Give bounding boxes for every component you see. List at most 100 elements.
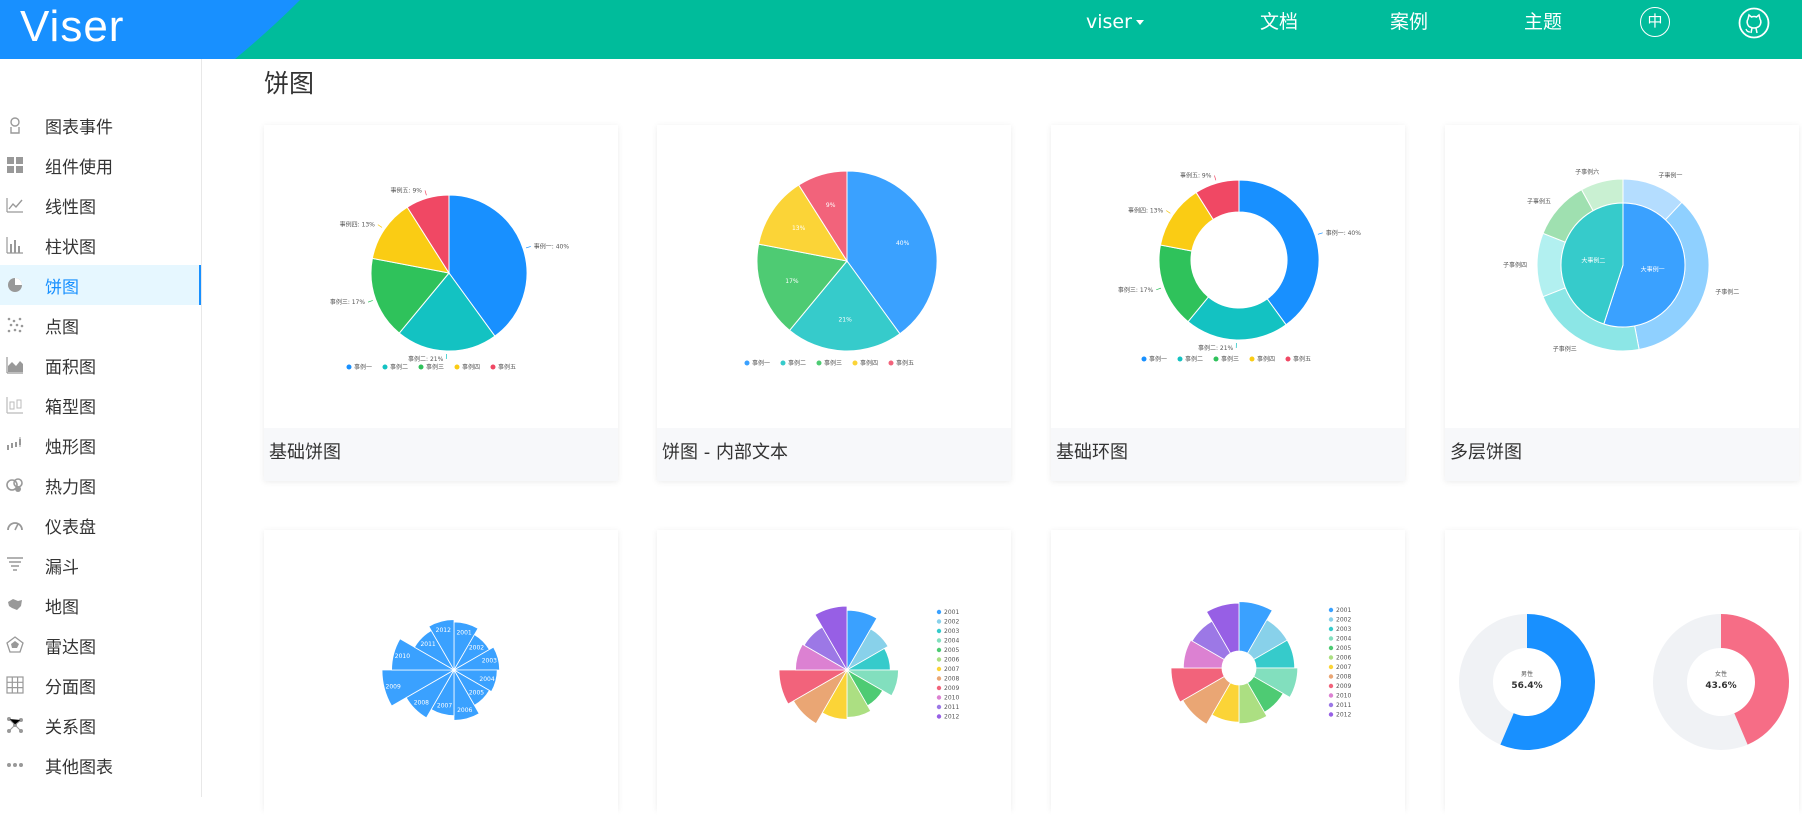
sidebar-item-gauge[interactable]: 仪表盘 <box>0 505 201 545</box>
legend-marker[interactable] <box>383 365 388 370</box>
legend-marker[interactable] <box>1329 703 1333 707</box>
sidebar-item-relation[interactable]: 关系图 <box>0 705 201 745</box>
legend-label[interactable]: 2006 <box>1336 655 1351 662</box>
github-icon[interactable] <box>1738 7 1770 39</box>
legend-marker[interactable] <box>853 361 858 366</box>
legend-label[interactable]: 2009 <box>1336 683 1351 690</box>
legend-label[interactable]: 2005 <box>1336 645 1351 652</box>
sidebar-item-more[interactable]: 其他图表 <box>0 745 201 785</box>
legend-marker[interactable] <box>781 361 786 366</box>
nav-docs[interactable]: 文档 <box>1260 0 1298 59</box>
legend-label[interactable]: 2001 <box>1336 607 1351 614</box>
card-basic-pie[interactable]: 事例一: 40%事例二: 21%事例三: 17%事例四: 13%事例五: 9%事… <box>264 125 618 481</box>
legend-marker[interactable] <box>1329 646 1333 650</box>
legend-marker[interactable] <box>1329 627 1333 631</box>
nav-examples[interactable]: 案例 <box>1390 0 1428 59</box>
legend-marker[interactable] <box>1250 357 1255 362</box>
legend-marker[interactable] <box>745 361 750 366</box>
sidebar-item-scatter[interactable]: 点图 <box>0 305 201 345</box>
legend-label[interactable]: 2012 <box>1336 712 1351 719</box>
legend-marker[interactable] <box>1329 636 1333 640</box>
legend-marker[interactable] <box>937 695 941 699</box>
legend-label[interactable]: 2009 <box>944 685 959 692</box>
legend-label[interactable]: 2004 <box>1336 636 1351 643</box>
legend-marker[interactable] <box>937 638 941 642</box>
legend-label[interactable]: 2010 <box>1336 693 1351 700</box>
legend-marker[interactable] <box>937 657 941 661</box>
sidebar-item-component[interactable]: 组件使用 <box>0 145 201 185</box>
legend-marker[interactable] <box>1142 357 1147 362</box>
legend-label[interactable]: 事例三 <box>1221 355 1239 363</box>
legend-label[interactable]: 事例三 <box>824 359 842 367</box>
legend-marker[interactable] <box>937 676 941 680</box>
legend-label[interactable]: 2011 <box>1336 702 1351 709</box>
sidebar-item-radar[interactable]: 雷达图 <box>0 625 201 665</box>
language-switch-button[interactable]: 中 <box>1640 7 1670 37</box>
legend-label[interactable]: 2007 <box>944 666 959 673</box>
legend-marker[interactable] <box>1178 357 1183 362</box>
card-donut[interactable]: 事例一: 40%事例二: 21%事例三: 17%事例四: 13%事例五: 9%事… <box>1051 125 1405 481</box>
legend-label[interactable]: 2001 <box>944 609 959 616</box>
sidebar-item-facet[interactable]: 分面图 <box>0 665 201 705</box>
legend-label[interactable]: 事例四 <box>462 363 480 371</box>
legend-label[interactable]: 2007 <box>1336 664 1351 671</box>
legend-marker[interactable] <box>937 648 941 652</box>
legend-label[interactable]: 2004 <box>944 638 959 645</box>
legend-label[interactable]: 事例一 <box>752 359 770 367</box>
legend-label[interactable]: 事例四 <box>1257 355 1275 363</box>
sidebar-item-map[interactable]: 地图 <box>0 585 201 625</box>
legend-marker[interactable] <box>1329 617 1333 621</box>
legend-marker[interactable] <box>937 619 941 623</box>
legend-label[interactable]: 事例二 <box>788 359 806 367</box>
card-rose-single[interactable]: 2001200220032004200520062007200820092010… <box>264 530 618 810</box>
legend-label[interactable]: 事例五 <box>1293 355 1311 363</box>
card-rose-multi[interactable]: 2001200220032004200520062007200820092010… <box>657 530 1011 810</box>
sidebar-item-area-chart[interactable]: 面积图 <box>0 345 201 385</box>
legend-marker[interactable] <box>1329 665 1333 669</box>
legend-label[interactable]: 2002 <box>944 619 959 626</box>
legend-marker[interactable] <box>455 365 460 370</box>
legend-label[interactable]: 事例二 <box>1185 355 1203 363</box>
legend-marker[interactable] <box>937 705 941 709</box>
sidebar-item-heatmap[interactable]: 热力图 <box>0 465 201 505</box>
legend-marker[interactable] <box>491 365 496 370</box>
card-inner-text-pie[interactable]: 40%21%17%13%9%事例一事例二事例三事例四事例五 饼图 - 内部文本 <box>657 125 1011 481</box>
legend-marker[interactable] <box>937 610 941 614</box>
nav-viser-dropdown[interactable]: viser <box>1086 0 1144 59</box>
legend-marker[interactable] <box>419 365 424 370</box>
legend-marker[interactable] <box>937 714 941 718</box>
legend-label[interactable]: 2011 <box>944 704 959 711</box>
legend-marker[interactable] <box>1329 684 1333 688</box>
sidebar-item-pie-chart[interactable]: 饼图 <box>0 265 201 305</box>
card-multi-layer-pie[interactable]: 子事例一子事例二子事例三子事例四子事例五子事例六大事例一大事例二 多层饼图 <box>1445 125 1799 481</box>
legend-label[interactable]: 2002 <box>1336 617 1351 624</box>
legend-label[interactable]: 2010 <box>944 695 959 702</box>
legend-marker[interactable] <box>1329 674 1333 678</box>
legend-label[interactable]: 事例五 <box>498 363 516 371</box>
legend-label[interactable]: 事例四 <box>860 359 878 367</box>
legend-label[interactable]: 事例二 <box>390 363 408 371</box>
legend-marker[interactable] <box>937 686 941 690</box>
legend-label[interactable]: 事例一 <box>1149 355 1167 363</box>
legend-label[interactable]: 2003 <box>1336 626 1351 633</box>
legend-label[interactable]: 事例一 <box>354 363 372 371</box>
legend-label[interactable]: 2008 <box>1336 674 1351 681</box>
legend-marker[interactable] <box>817 361 822 366</box>
legend-label[interactable]: 2008 <box>944 676 959 683</box>
logo[interactable]: Viser <box>0 0 300 59</box>
nav-theme[interactable]: 主题 <box>1524 0 1562 59</box>
card-rose-donut[interactable]: 2001 2002 2003 2004 2005 2006 2007 2008 2009 2010… <box>1051 530 1405 810</box>
sidebar-item-event[interactable]: 图表事件 <box>0 105 201 145</box>
legend-label[interactable]: 事例三 <box>426 363 444 371</box>
legend-marker[interactable] <box>1286 357 1291 362</box>
legend-marker[interactable] <box>937 667 941 671</box>
legend-label[interactable]: 2005 <box>944 647 959 654</box>
sidebar-item-bar-chart[interactable]: 柱状图 <box>0 225 201 265</box>
legend-label[interactable]: 2012 <box>944 714 959 721</box>
legend-marker[interactable] <box>1329 693 1333 697</box>
legend-label[interactable]: 2003 <box>944 628 959 635</box>
legend-marker[interactable] <box>1214 357 1219 362</box>
sidebar-item-line-chart[interactable]: 线性图 <box>0 185 201 225</box>
legend-marker[interactable] <box>937 629 941 633</box>
legend-marker[interactable] <box>1329 655 1333 659</box>
